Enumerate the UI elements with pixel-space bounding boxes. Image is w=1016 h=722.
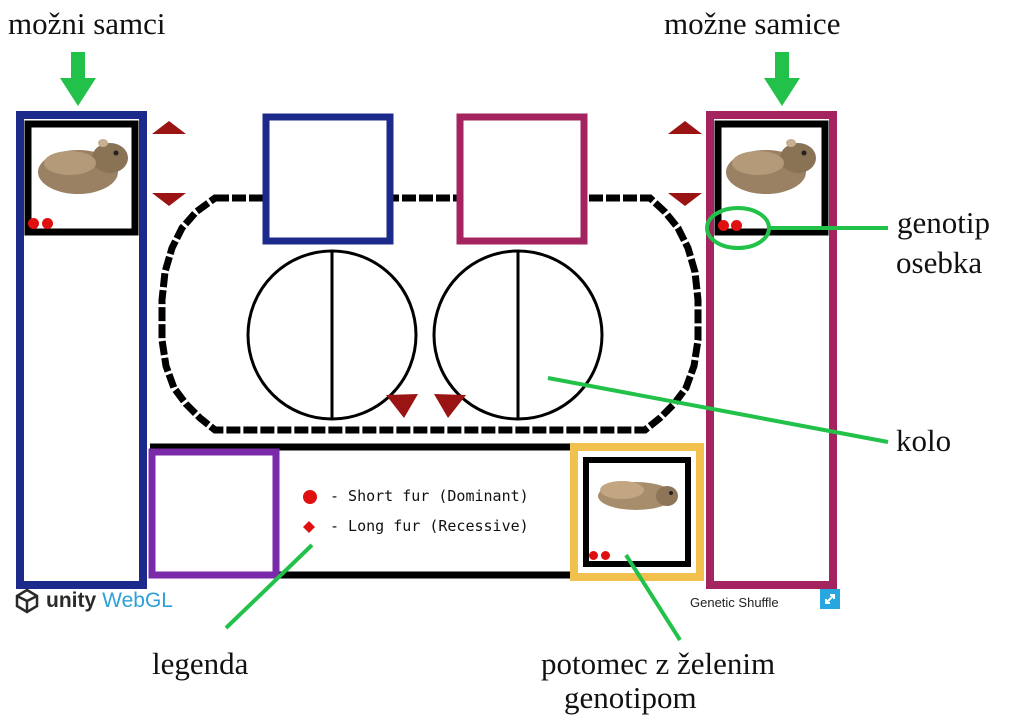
genotype-annotation-line2: osebka — [896, 245, 983, 280]
male-next-arrow-icon[interactable] — [152, 193, 186, 206]
legend-annotation: legenda — [152, 646, 249, 681]
offspring-annotation-line1: potomec z želenim — [541, 646, 776, 681]
female-prev-arrow-icon[interactable] — [668, 121, 702, 134]
genotype-annotation-line1: genotip — [897, 205, 990, 240]
females-arrow-icon — [764, 52, 800, 106]
male-parent-slot[interactable] — [262, 113, 394, 245]
male-prev-arrow-icon[interactable] — [152, 121, 186, 134]
male-allele-2-icon — [42, 218, 53, 229]
fullscreen-icon — [825, 594, 835, 604]
unity-brand-text: unity — [46, 589, 97, 612]
females-annotation: možne samice — [664, 6, 841, 41]
fullscreen-button[interactable] — [820, 589, 840, 609]
female-allele-2-icon — [731, 220, 742, 231]
legend-dominant-text: - Short fur (Dominant) — [330, 487, 529, 505]
female-allele-1-icon — [718, 220, 729, 231]
right-wheel[interactable] — [432, 249, 604, 421]
webgl-text: WebGL — [102, 589, 173, 612]
female-parent-slot[interactable] — [456, 113, 588, 245]
wheel-enclosure — [158, 194, 702, 434]
dominant-allele-icon — [303, 490, 317, 504]
game-title: Genetic Shuffle — [690, 595, 779, 610]
unity-logo-icon — [15, 588, 39, 614]
male-allele-1-icon — [28, 218, 39, 229]
offspring-allele-2-icon — [601, 551, 610, 560]
offspring-inner-frame — [583, 457, 691, 567]
unity-webgl-logo: unity WebGL — [14, 588, 173, 614]
combine-slot[interactable] — [148, 448, 280, 579]
recessive-allele-icon — [303, 521, 315, 533]
wheel-annotation: kolo — [896, 423, 952, 458]
female-next-arrow-icon[interactable] — [668, 193, 702, 206]
offspring-allele-1-icon — [589, 551, 598, 560]
legend-recessive-text: - Long fur (Recessive) — [330, 517, 529, 535]
left-wheel[interactable] — [246, 249, 418, 421]
offspring-annotation-line2: genotipom — [564, 680, 697, 715]
males-annotation: možni samci — [8, 6, 166, 41]
males-arrow-icon — [60, 52, 96, 106]
